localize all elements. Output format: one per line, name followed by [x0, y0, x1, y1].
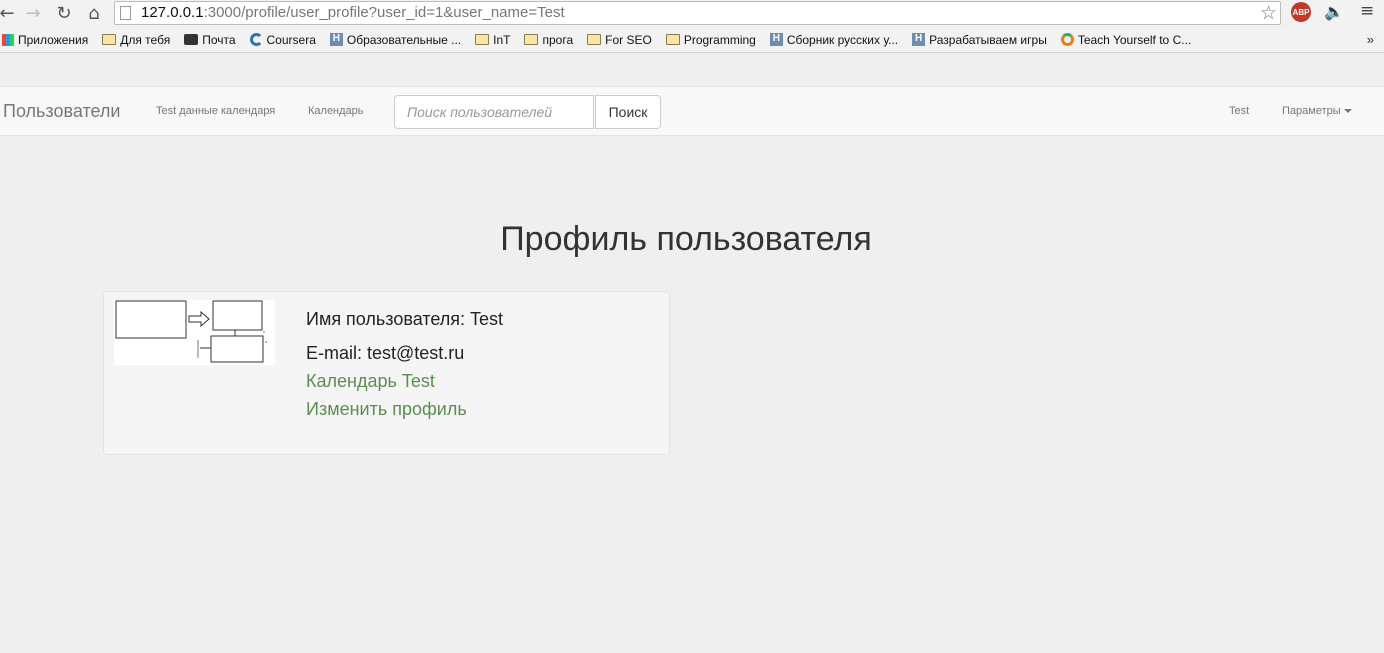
habr-icon: H — [912, 33, 926, 46]
diagram-image — [115, 300, 267, 363]
edit-profile-link[interactable]: Изменить профиль — [306, 399, 467, 420]
bookmark-item[interactable]: Programming — [665, 33, 756, 47]
folder-icon — [475, 34, 490, 45]
browser-toolbar: ← → ↻ ⌂ 127.0.0.1:3000/profile/user_prof… — [0, 0, 1384, 26]
bookmark-item[interactable]: For SEO — [587, 33, 652, 47]
bookmark-item[interactable]: Приложения — [2, 33, 88, 47]
home-icon[interactable]: ⌂ — [83, 2, 105, 24]
mail-icon — [184, 34, 199, 45]
search-input[interactable] — [394, 95, 594, 129]
address-bar[interactable]: 127.0.0.1:3000/profile/user_profile?user… — [114, 1, 1281, 25]
folder-icon — [587, 34, 602, 45]
email-line: E-mail: test@test.ru — [306, 343, 465, 363]
username-line: Имя пользователя: Test — [306, 309, 504, 329]
page-title: Профиль пользователя — [500, 220, 872, 258]
calendar-link[interactable]: Календарь Test — [306, 371, 435, 392]
nav-user-link[interactable]: Test — [1229, 105, 1249, 117]
bookmark-item[interactable]: Почта — [184, 33, 236, 47]
page-icon — [120, 6, 131, 20]
habr-icon: H — [769, 33, 783, 46]
bookmark-star-icon[interactable]: ☆ — [1260, 2, 1277, 24]
speaker-icon[interactable]: 🔈 — [1324, 2, 1344, 21]
avatar — [114, 300, 275, 365]
bookmark-item[interactable]: InT — [475, 33, 510, 47]
menu-icon[interactable]: ≡ — [1360, 1, 1374, 21]
settings-dropdown[interactable]: Параметры — [1282, 105, 1352, 117]
caret-down-icon — [1343, 109, 1352, 114]
bookmark-item[interactable]: Для тебя — [102, 33, 170, 47]
folder-icon — [524, 34, 539, 45]
bookmark-item[interactable]: Coursera — [249, 33, 316, 47]
settings-label: Параметры — [1282, 105, 1341, 117]
profile-card: Имя пользователя: Test E-mail: test@test… — [103, 291, 670, 455]
bookmark-item[interactable]: прога — [524, 33, 573, 47]
nav-link-calendar-data[interactable]: Test данные календаря — [156, 105, 275, 117]
nav-link-calendar[interactable]: Календарь — [308, 105, 364, 117]
reload-icon[interactable]: ↻ — [53, 2, 75, 24]
forward-arrow-icon[interactable]: → — [22, 2, 44, 24]
search-button[interactable]: Поиск — [595, 95, 661, 129]
more-bookmarks-button[interactable]: » — [1367, 32, 1374, 47]
back-arrow-icon[interactable]: ← — [0, 2, 18, 24]
coursera-icon — [249, 33, 263, 46]
bookmark-item[interactable]: H Сборник русских у... — [769, 33, 898, 47]
bookmarks-bar: Приложения Для тебя Почта Coursera H Обра… — [0, 27, 1384, 53]
habr-icon: H — [329, 33, 343, 46]
url-text: 127.0.0.1:3000/profile/user_profile?user… — [141, 4, 565, 21]
navbar-brand[interactable]: Пользователи — [3, 101, 120, 122]
apps-grid-icon — [2, 33, 14, 46]
bookmark-item[interactable]: Teach Yourself to C... — [1060, 33, 1191, 47]
bookmark-item[interactable]: H Разрабатываем игры — [912, 33, 1047, 47]
folder-icon — [665, 34, 680, 45]
app-navbar: Пользователи Test данные календаря Кален… — [0, 86, 1384, 136]
bookmark-item[interactable]: H Образовательные ... — [329, 33, 461, 47]
adblock-icon[interactable]: ABP — [1291, 2, 1311, 22]
teach-icon — [1060, 33, 1074, 46]
folder-icon — [102, 34, 117, 45]
